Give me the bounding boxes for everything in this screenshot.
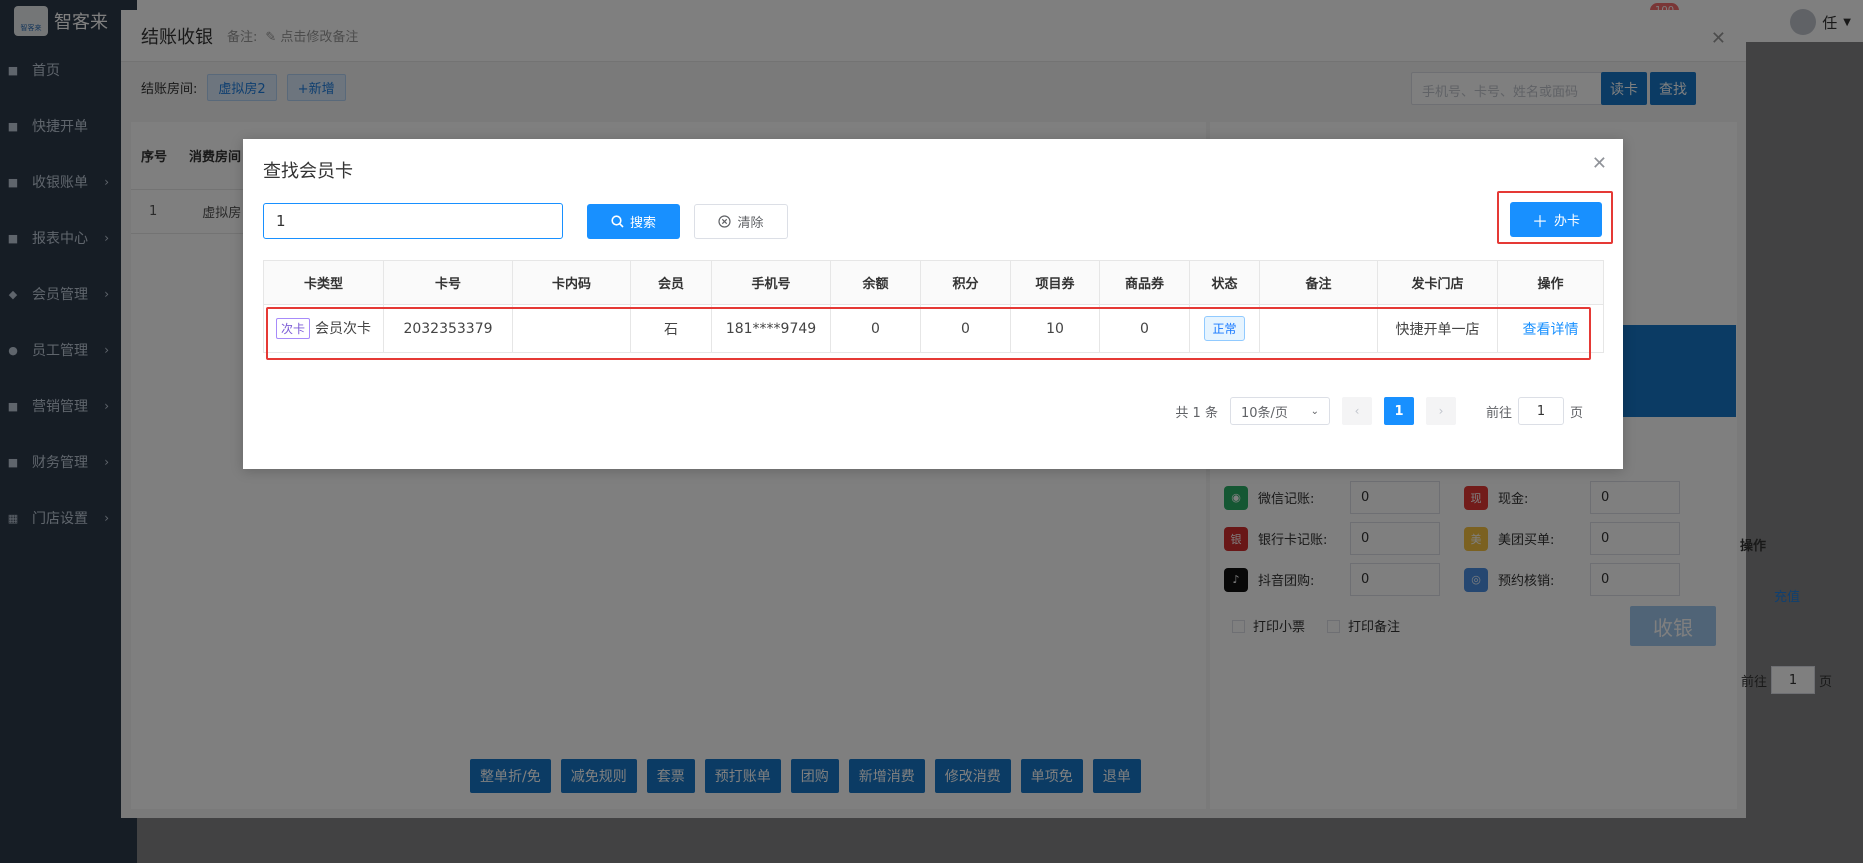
column-header: 卡号 [383, 260, 513, 305]
modal-title: 查找会员卡 [263, 161, 353, 182]
find-member-card-modal: 查找会员卡 ✕ 1 搜索 清除 ＋ 办卡 卡类型 卡号 卡内码 会员 手机号 余… [243, 139, 1623, 469]
card-type-cell: 次卡 会员次卡 [263, 304, 384, 353]
search-input[interactable]: 1 [263, 203, 563, 239]
column-header: 余额 [830, 260, 921, 305]
column-header: 卡类型 [263, 260, 384, 305]
new-card-button-label: 办卡 [1554, 214, 1581, 229]
column-header: 状态 [1189, 260, 1260, 305]
next-page-button[interactable]: › [1425, 397, 1456, 425]
card-type-tag: 次卡 [275, 318, 310, 339]
goto-page-input[interactable]: 1 [1517, 397, 1564, 425]
store-cell: 快捷开单一店 [1377, 304, 1498, 353]
column-header: 项目券 [1010, 260, 1100, 305]
view-details-link[interactable]: 查看详情 [1523, 322, 1579, 338]
page-size-select[interactable]: 10条/页 ⌄ [1229, 397, 1330, 425]
phone-cell: 181****9749 [711, 304, 831, 353]
balance-cell: 0 [830, 304, 921, 353]
column-header: 发卡门店 [1377, 260, 1498, 305]
column-header: 积分 [920, 260, 1011, 305]
pagination: 共 1 条 10条/页 ⌄ ‹ 1 › 前往 1 页 [1175, 397, 1583, 425]
column-header: 操作 [1497, 260, 1604, 305]
inner-code-cell [512, 304, 631, 353]
goto-page: 前往 1 页 [1486, 397, 1583, 425]
new-card-button[interactable]: ＋ 办卡 [1510, 202, 1602, 237]
clear-button-label: 清除 [737, 216, 764, 231]
status-badge: 正常 [1204, 316, 1245, 341]
member-cell: 石 [630, 304, 712, 353]
search-button-label: 搜索 [629, 216, 656, 231]
close-icon[interactable]: ✕ [1592, 153, 1607, 174]
clear-icon [718, 215, 732, 228]
member-card-table: 卡类型 卡号 卡内码 会员 手机号 余额 积分 项目券 商品券 状态 备注 发卡… [263, 260, 1604, 353]
plus-icon: ＋ [1531, 211, 1548, 231]
remark-cell [1259, 304, 1378, 353]
card-number-cell: 2032353379 [383, 304, 513, 353]
page-size-value: 10条/页 [1240, 405, 1288, 421]
goto-label: 前往 [1485, 405, 1512, 421]
card-type-name: 会员次卡 [315, 321, 371, 337]
search-button[interactable]: 搜索 [587, 204, 680, 239]
chevron-down-icon: ⌄ [1310, 405, 1319, 417]
search-icon [611, 215, 624, 228]
column-header: 商品券 [1099, 260, 1190, 305]
table-header-row: 卡类型 卡号 卡内码 会员 手机号 余额 积分 项目券 商品券 状态 备注 发卡… [263, 260, 1604, 305]
column-header: 卡内码 [512, 260, 631, 305]
column-header: 会员 [630, 260, 712, 305]
clear-button[interactable]: 清除 [694, 204, 788, 239]
goto-unit: 页 [1569, 405, 1583, 421]
goods-coupon-cell: 0 [1099, 304, 1190, 353]
table-row[interactable]: 次卡 会员次卡 2032353379 石 181****9749 0 0 10 0… [263, 304, 1604, 353]
project-coupon-cell: 10 [1010, 304, 1100, 353]
status-cell: 正常 [1189, 304, 1260, 353]
total-count: 共 1 条 [1175, 405, 1218, 421]
column-header: 手机号 [711, 260, 831, 305]
action-cell: 查看详情 [1497, 304, 1604, 353]
column-header: 备注 [1259, 260, 1378, 305]
prev-page-button[interactable]: ‹ [1341, 397, 1372, 425]
page-number-current[interactable]: 1 [1383, 397, 1414, 425]
points-cell: 0 [920, 304, 1011, 353]
